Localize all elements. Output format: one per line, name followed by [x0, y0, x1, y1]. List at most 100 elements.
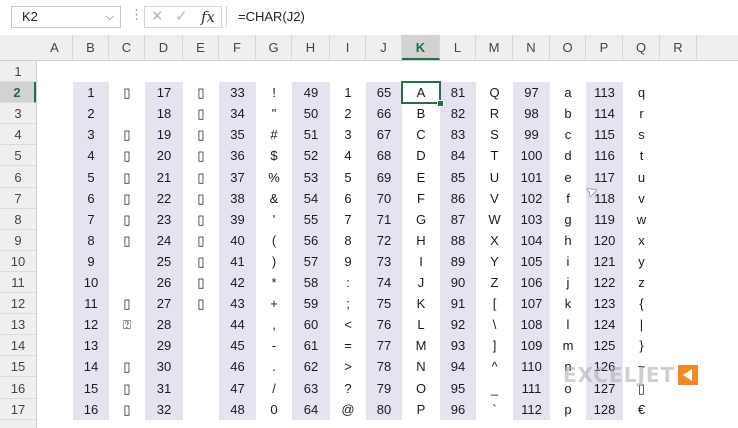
- cell-e13[interactable]: [183, 314, 219, 335]
- cell-p2[interactable]: 113: [586, 82, 623, 103]
- cell-i8[interactable]: 7: [330, 209, 366, 230]
- cell-m3[interactable]: R: [476, 103, 513, 124]
- cell-f6[interactable]: 37: [219, 167, 256, 188]
- row-header-12[interactable]: 12: [0, 293, 36, 315]
- row-header-7[interactable]: 7: [0, 188, 36, 209]
- cell-p9[interactable]: 120: [586, 230, 623, 251]
- column-header-p[interactable]: P: [586, 35, 623, 60]
- column-header-n[interactable]: N: [513, 35, 550, 60]
- row-header-2[interactable]: 2: [0, 82, 36, 104]
- cell-c15[interactable]: ▯: [109, 356, 145, 377]
- cell-h4[interactable]: 51: [292, 124, 330, 145]
- cell-f3[interactable]: 34: [219, 103, 256, 124]
- cell-o4[interactable]: c: [550, 124, 586, 145]
- cell-f2[interactable]: 33: [219, 82, 256, 103]
- cell-e2[interactable]: ▯: [183, 82, 219, 103]
- cell-n14[interactable]: 109: [513, 335, 550, 356]
- cell-h13[interactable]: 60: [292, 314, 330, 335]
- cell-m16[interactable]: _: [476, 378, 513, 399]
- cell-f8[interactable]: 39: [219, 209, 256, 230]
- cell-l4[interactable]: 83: [440, 124, 476, 145]
- cell-d13[interactable]: 28: [145, 314, 183, 335]
- chevron-down-icon[interactable]: ⌵: [106, 7, 114, 27]
- cell-g6[interactable]: %: [256, 167, 292, 188]
- cell-p11[interactable]: 122: [586, 272, 623, 293]
- cell-i9[interactable]: 8: [330, 230, 366, 251]
- cell-c16[interactable]: ▯: [109, 378, 145, 399]
- cell-j8[interactable]: 71: [366, 209, 402, 230]
- cell-j15[interactable]: 78: [366, 356, 402, 377]
- cell-d16[interactable]: 31: [145, 378, 183, 399]
- close-icon[interactable]: ✕: [151, 7, 164, 27]
- cell-g2[interactable]: !: [256, 82, 292, 103]
- cell-n16[interactable]: 111: [513, 378, 550, 399]
- cell-i5[interactable]: 4: [330, 145, 366, 166]
- cell-m15[interactable]: ^: [476, 356, 513, 377]
- cell-h7[interactable]: 54: [292, 188, 330, 209]
- cell-b14[interactable]: 13: [73, 335, 109, 356]
- cell-p10[interactable]: 121: [586, 251, 623, 272]
- cell-e9[interactable]: ▯: [183, 230, 219, 251]
- cell-h2[interactable]: 49: [292, 82, 330, 103]
- cell-g4[interactable]: #: [256, 124, 292, 145]
- cell-m13[interactable]: \: [476, 314, 513, 335]
- column-header-g[interactable]: G: [256, 35, 292, 60]
- cell-q10[interactable]: y: [623, 251, 660, 272]
- cell-e6[interactable]: ▯: [183, 167, 219, 188]
- cell-c12[interactable]: ▯: [109, 293, 145, 314]
- cell-j13[interactable]: 76: [366, 314, 402, 335]
- cell-m10[interactable]: Y: [476, 251, 513, 272]
- cell-f12[interactable]: 43: [219, 293, 256, 314]
- cell-c5[interactable]: ▯: [109, 145, 145, 166]
- cell-q9[interactable]: x: [623, 230, 660, 251]
- cell-e7[interactable]: ▯: [183, 188, 219, 209]
- cell-f7[interactable]: 38: [219, 188, 256, 209]
- cell-j12[interactable]: 75: [366, 293, 402, 314]
- formula-input[interactable]: =CHAR(J2): [238, 6, 305, 28]
- cell-i11[interactable]: :: [330, 272, 366, 293]
- cell-i10[interactable]: 9: [330, 251, 366, 272]
- cell-i4[interactable]: 3: [330, 124, 366, 145]
- cell-e3[interactable]: ▯: [183, 103, 219, 124]
- cell-b15[interactable]: 14: [73, 356, 109, 377]
- cell-l12[interactable]: 91: [440, 293, 476, 314]
- cell-g16[interactable]: /: [256, 378, 292, 399]
- cell-k8[interactable]: G: [402, 209, 440, 230]
- cell-b12[interactable]: 11: [73, 293, 109, 314]
- cell-j17[interactable]: 80: [366, 399, 402, 420]
- row-header-17[interactable]: 17: [0, 399, 36, 420]
- column-header-q[interactable]: Q: [623, 35, 660, 60]
- cell-l7[interactable]: 86: [440, 188, 476, 209]
- cell-d15[interactable]: 30: [145, 356, 183, 377]
- row-header-13[interactable]: 13: [0, 314, 36, 336]
- cell-b4[interactable]: 3: [73, 124, 109, 145]
- cell-g13[interactable]: ,: [256, 314, 292, 335]
- cell-g7[interactable]: &: [256, 188, 292, 209]
- column-header-k[interactable]: K: [402, 35, 440, 60]
- cell-l3[interactable]: 82: [440, 103, 476, 124]
- cell-k17[interactable]: P: [402, 399, 440, 420]
- cell-p12[interactable]: 123: [586, 293, 623, 314]
- column-header-c[interactable]: C: [109, 35, 145, 60]
- cell-m8[interactable]: W: [476, 209, 513, 230]
- cell-h16[interactable]: 63: [292, 378, 330, 399]
- row-header-1[interactable]: 1: [0, 61, 36, 83]
- cell-n7[interactable]: 102: [513, 188, 550, 209]
- cell-n13[interactable]: 108: [513, 314, 550, 335]
- cell-n3[interactable]: 98: [513, 103, 550, 124]
- cell-p13[interactable]: 124: [586, 314, 623, 335]
- cell-g10[interactable]: ): [256, 251, 292, 272]
- cell-f16[interactable]: 47: [219, 378, 256, 399]
- cell-o3[interactable]: b: [550, 103, 586, 124]
- cell-c4[interactable]: ▯: [109, 124, 145, 145]
- cell-q17[interactable]: €: [623, 399, 660, 420]
- cell-h3[interactable]: 50: [292, 103, 330, 124]
- cell-e8[interactable]: ▯: [183, 209, 219, 230]
- row-header-5[interactable]: 5: [0, 145, 36, 167]
- cell-o6[interactable]: e: [550, 167, 586, 188]
- cell-q6[interactable]: u: [623, 167, 660, 188]
- cell-k6[interactable]: E: [402, 167, 440, 188]
- cell-e11[interactable]: ▯: [183, 272, 219, 293]
- cell-j4[interactable]: 67: [366, 124, 402, 145]
- cell-j6[interactable]: 69: [366, 167, 402, 188]
